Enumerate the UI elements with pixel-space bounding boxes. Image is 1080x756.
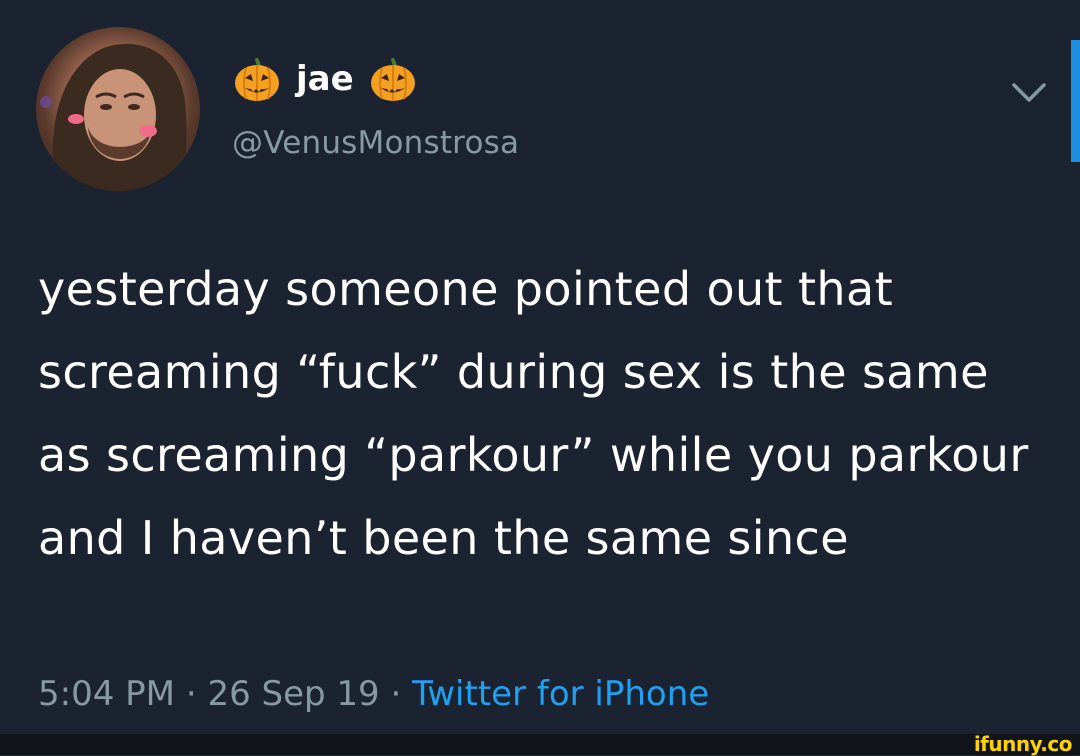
display-name[interactable]: jae xyxy=(296,62,354,96)
pumpkin-icon xyxy=(235,58,279,101)
tweet-source-link[interactable]: Twitter for iPhone xyxy=(412,674,709,714)
tweet-text: yesterday someone pointed out that screa… xyxy=(38,262,1029,565)
ifunny-watermark: ifunny.co xyxy=(973,732,1073,756)
pumpkin-icon xyxy=(370,58,415,101)
meta-separator: · xyxy=(185,674,197,714)
avatar-image xyxy=(40,43,187,191)
user-handle[interactable]: @VenusMonstrosa xyxy=(232,125,519,161)
tweet-time[interactable]: 5:04 PM xyxy=(38,674,175,714)
meta-separator: · xyxy=(390,674,402,714)
tweet-header: jae @VenusMonstrosa xyxy=(232,52,519,161)
chevron-down-icon[interactable] xyxy=(1010,80,1048,106)
name-row: jae xyxy=(232,52,519,106)
tweet-date[interactable]: 26 Sep 19 xyxy=(207,674,379,714)
tweet-meta: 5:04 PM · 26 Sep 19 · Twitter for iPhone xyxy=(38,674,709,714)
scroll-indicator xyxy=(1071,40,1080,162)
avatar[interactable] xyxy=(36,27,200,191)
watermark-bar xyxy=(0,734,1080,755)
tweet-card: jae @VenusMonstrosa yesterday someone po… xyxy=(0,0,1080,734)
